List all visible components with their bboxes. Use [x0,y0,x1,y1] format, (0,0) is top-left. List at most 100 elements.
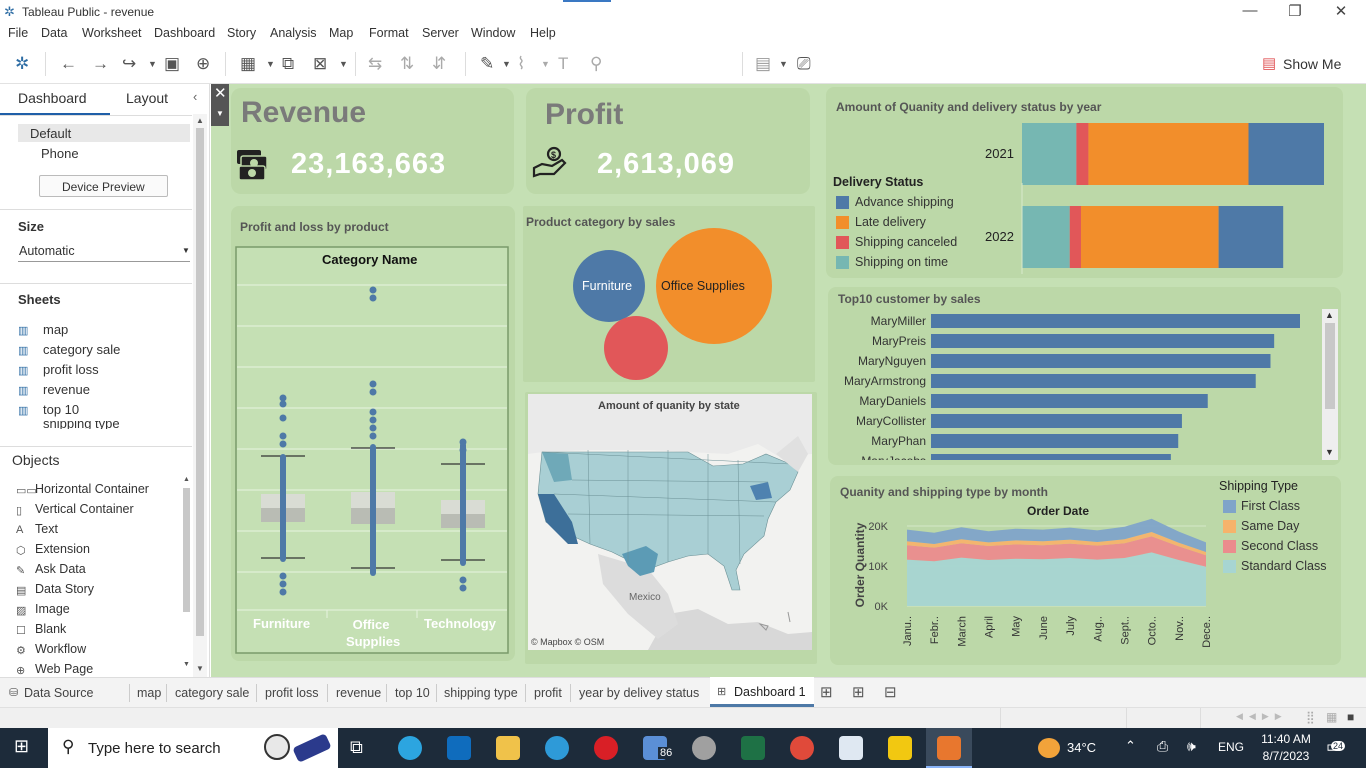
object-ask-data[interactable]: Ask Data [35,562,86,576]
menu-dashboard[interactable]: Dashboard [154,26,215,40]
close-button[interactable]: ✕ [1318,2,1364,22]
menu-format[interactable]: Format [369,26,409,40]
tab-revenue[interactable]: revenue [336,686,381,700]
object-blank[interactable]: Blank [35,622,66,636]
menu-analysis[interactable]: Analysis [270,26,317,40]
replay-icon[interactable]: ↪ [122,54,136,74]
sort-descending-icon[interactable]: ⇵ [432,54,446,74]
object-web-page[interactable]: Web Page [35,662,93,676]
menu-story[interactable]: Story [227,26,256,40]
excel-icon[interactable] [741,736,765,760]
sheet-item-map[interactable]: map [43,322,68,337]
top10-scrollbar[interactable]: ▲ ▼ [1322,309,1338,460]
sheet-item-category-sale[interactable]: category sale [43,342,120,357]
tableau-home-icon[interactable]: ✲ [15,54,29,74]
tab-profit-loss[interactable]: profit loss [265,686,319,700]
edge-icon[interactable] [545,736,569,760]
undo-icon[interactable]: ← [60,54,77,74]
top10-scroll-down-icon[interactable]: ▼ [1325,447,1334,457]
tab-data-source[interactable]: Data Source [24,686,93,700]
objects-scrollbar[interactable]: ▲ ▼ [182,476,192,672]
scroll-down-icon[interactable]: ▼ [196,664,204,673]
left-pane-scrollbar[interactable]: ▲ ▼ [193,114,207,678]
group-dropdown-icon[interactable]: ▼ [541,54,550,74]
tab-map[interactable]: map [137,686,161,700]
swap-icon[interactable]: ⇆ [368,54,382,74]
tab-year-by-delivery-status[interactable]: year by delivey status [579,686,699,700]
new-worksheet-tab-icon[interactable]: ⊞ [820,683,833,701]
menu-worksheet[interactable]: Worksheet [82,26,142,40]
save-icon[interactable]: ▣ [164,54,180,74]
device-preview-button[interactable]: Device Preview [39,175,168,197]
network-icon[interactable]: ⎙ [1157,738,1168,755]
replay-dropdown-icon[interactable]: ▼ [148,54,157,74]
top10-scroll-up-icon[interactable]: ▲ [1325,310,1334,320]
volume-icon[interactable]: 🕪 [1187,738,1196,755]
object-extension[interactable]: Extension [35,542,90,556]
object-image[interactable]: Image [35,602,70,616]
shipping-type-card[interactable]: Quanity and shipping type by month Order… [830,476,1341,665]
size-dropdown[interactable]: Automatic [19,244,75,258]
revenue-card[interactable]: Revenue 23,163,663 [231,88,514,194]
clear-dropdown-icon[interactable]: ▼ [339,54,348,74]
remove-container-icon[interactable]: ✕ [214,84,227,102]
tab-profit[interactable]: profit [534,686,562,700]
maximize-button[interactable]: ❐ [1272,2,1318,22]
duplicate-icon[interactable]: ⧉ [282,54,294,74]
new-story-tab-icon[interactable]: ⊟ [884,683,897,701]
show-hidden-icons[interactable]: ⌃ [1125,738,1136,754]
category-sales-card[interactable]: Product category by sales Furniture Offi… [523,206,815,382]
device-default[interactable]: Default [30,126,71,141]
size-dropdown-chevron-icon[interactable]: ▼ [182,246,190,255]
new-worksheet-icon[interactable]: ▦ [240,54,256,74]
profit-loss-card[interactable]: Profit and loss by product Category Name… [231,206,515,661]
object-vertical-container[interactable]: Vertical Container [35,502,134,516]
menu-file[interactable]: File [8,26,28,40]
sheet-item-top-10[interactable]: top 10 [43,402,79,417]
top10-card[interactable]: Top10 customer by sales MaryMiller MaryPr… [828,287,1341,465]
menu-map[interactable]: Map [329,26,353,40]
sheet-item-shipping-type[interactable]: shipping type [43,421,120,429]
tab-category-sale[interactable]: category sale [175,686,249,700]
menu-data[interactable]: Data [41,26,67,40]
redo-icon[interactable]: → [92,54,109,74]
object-data-story[interactable]: Data Story [35,582,94,596]
windows-start-icon[interactable]: ⊞ [14,736,29,757]
scroll-up-icon[interactable]: ▲ [196,116,204,125]
show-me-button[interactable]: Show Me [1283,56,1341,72]
map-view[interactable]: Amount of quanity by state Mexico © Mapb… [528,394,812,650]
show-sheet-sorter-icon[interactable]: ⣿ [1306,710,1315,724]
language-indicator[interactable]: ENG [1218,740,1244,754]
tab-dashboard[interactable]: Dashboard [18,90,87,106]
menu-server[interactable]: Server [422,26,459,40]
minimize-button[interactable]: — [1227,2,1273,22]
profit-card[interactable]: Profit $ 2,613,069 [526,88,810,194]
objects-scroll-thumb[interactable] [183,488,190,612]
sort-ascending-icon[interactable]: ⇅ [400,54,414,74]
clear-sheet-icon[interactable]: ⊠ [313,54,327,74]
container-menu-icon[interactable]: ▼ [216,109,224,118]
highlight-dropdown-icon[interactable]: ▼ [502,54,511,74]
opera-icon[interactable] [594,736,618,760]
clock-time[interactable]: 11:40 AM [1256,732,1316,746]
new-datasource-icon[interactable]: ⊕ [196,54,210,74]
sheet-item-profit-loss[interactable]: profit loss [43,362,99,377]
tab-top-10[interactable]: top 10 [395,686,430,700]
chrome-icon[interactable] [790,736,814,760]
app-icon[interactable] [692,736,716,760]
tab-dashboard-1-active[interactable]: ⊞ Dashboard 1 [710,677,814,707]
object-workflow[interactable]: Workflow [35,642,86,656]
labels-icon[interactable]: T [558,54,568,74]
telegram-icon[interactable] [398,736,422,760]
collapse-pane-icon[interactable]: ‹ [193,89,197,104]
task-view-icon[interactable]: ⧉ [350,737,363,758]
clock-date[interactable]: 8/7/2023 [1256,749,1316,763]
show-tabs-icon[interactable]: ■ [1347,710,1354,724]
objects-scroll-down-icon[interactable]: ▼ [183,661,190,668]
new-dashboard-tab-icon[interactable]: ⊞ [852,683,865,701]
object-text[interactable]: Text [35,522,58,536]
word-like-app-icon[interactable] [447,736,471,760]
top10-scroll-thumb[interactable] [1325,323,1335,409]
tab-layout[interactable]: Layout [126,90,168,106]
sheet-item-revenue[interactable]: revenue [43,382,90,397]
